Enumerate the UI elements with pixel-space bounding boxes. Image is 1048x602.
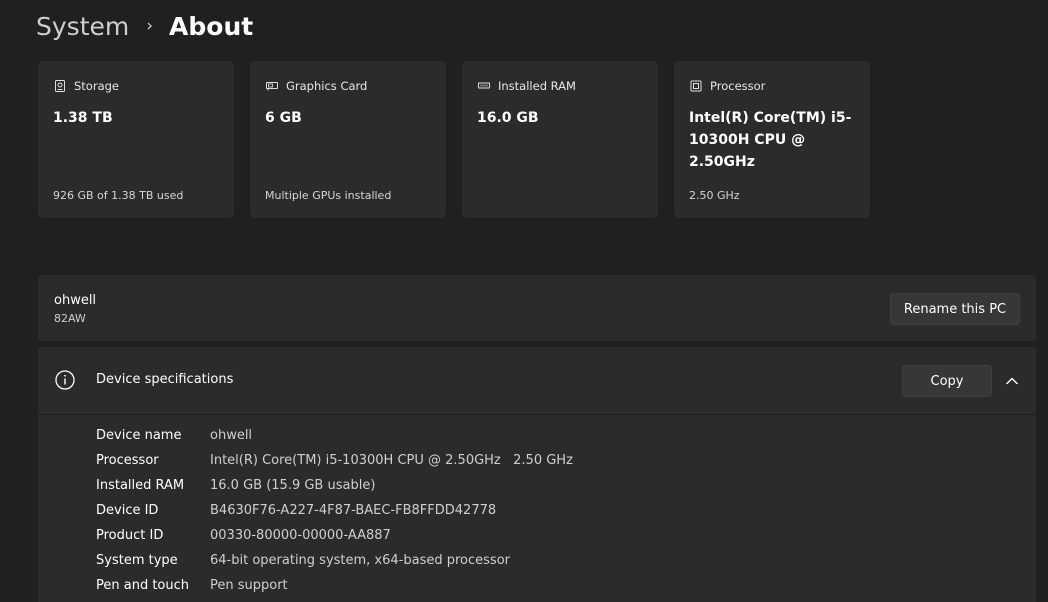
pc-name-section: ohwell 82AW Rename this PC: [38, 275, 1036, 341]
spec-row-processor: Processor Intel(R) Core(TM) i5-10300H CP…: [96, 448, 573, 473]
breadcrumb: System › About: [36, 6, 253, 46]
spec-row-pen-and-touch: Pen and touch Pen support: [96, 573, 573, 598]
card-header: Graphics Card: [266, 79, 367, 93]
spec-label: Product ID: [96, 528, 164, 543]
info-icon: [55, 370, 75, 390]
pc-name: ohwell: [54, 293, 97, 308]
chevron-up-icon[interactable]: [1002, 371, 1022, 391]
installed-ram-card[interactable]: Installed RAM 16.0 GB: [462, 61, 658, 218]
spec-value: B4630F76-A227-4F87-BAEC-FB8FFDD42778: [210, 503, 497, 518]
pc-model: 82AW: [54, 312, 86, 325]
spec-label: Processor: [96, 453, 159, 468]
spec-cards: Storage 1.38 TB 926 GB of 1.38 TB used G…: [38, 61, 870, 218]
card-value: 16.0 GB: [477, 110, 539, 126]
spec-value: 16.0 GB (15.9 GB usable): [210, 478, 376, 493]
device-specifications-title: Device specifications: [96, 372, 234, 387]
device-specifications-list: Device name ohwell Processor Intel(R) Co…: [38, 415, 1036, 602]
spec-label: Device name: [96, 428, 182, 443]
page-title: About: [169, 11, 254, 41]
spec-row-device-id: Device ID B4630F76-A227-4F87-BAEC-FB8FFD…: [96, 498, 573, 523]
graphics-card-card[interactable]: Graphics Card 6 GB Multiple GPUs install…: [250, 61, 446, 218]
copy-button[interactable]: Copy: [902, 365, 992, 397]
spec-row-product-id: Product ID 00330-80000-00000-AA887: [96, 523, 573, 548]
spec-label: Pen and touch: [96, 578, 190, 593]
spec-value: ohwell: [210, 428, 253, 443]
card-value: 1.38 TB: [53, 110, 113, 126]
spec-value: Pen support: [210, 578, 288, 593]
card-subtitle: 2.50 GHz: [689, 189, 740, 202]
spec-row-system-type: System type 64-bit operating system, x64…: [96, 548, 573, 573]
breadcrumb-system-link[interactable]: System: [36, 12, 129, 41]
card-value: 6 GB: [265, 110, 302, 126]
rename-pc-button[interactable]: Rename this PC: [890, 293, 1020, 325]
spec-value: 64-bit operating system, x64-based proce…: [210, 553, 510, 568]
ram-icon: [478, 82, 490, 89]
spec-label: Installed RAM: [96, 478, 185, 493]
processor-card[interactable]: Processor Intel(R) Core(TM) i5-10300H CP…: [674, 61, 870, 218]
spec-label: System type: [96, 553, 178, 568]
card-header: Storage: [54, 79, 119, 93]
card-title: Installed RAM: [498, 79, 576, 93]
card-value: Intel(R) Core(TM) i5-10300H CPU @ 2.50GH…: [689, 110, 852, 170]
card-title: Storage: [74, 79, 119, 93]
breadcrumb-separator: ›: [146, 16, 154, 36]
spec-row-device-name: Device name ohwell: [96, 423, 573, 448]
graphics-card-icon: [266, 82, 278, 91]
card-header: Installed RAM: [478, 79, 576, 93]
spec-label: Device ID: [96, 503, 159, 518]
storage-card[interactable]: Storage 1.38 TB 926 GB of 1.38 TB used: [38, 61, 234, 218]
spec-value: 00330-80000-00000-AA887: [210, 528, 391, 543]
spec-row-installed-ram: Installed RAM 16.0 GB (15.9 GB usable): [96, 473, 573, 498]
card-subtitle: 926 GB of 1.38 TB used: [53, 189, 184, 202]
processor-icon: [690, 80, 702, 92]
card-title: Graphics Card: [286, 79, 368, 93]
spec-value: Intel(R) Core(TM) i5-10300H CPU @ 2.50GH…: [210, 453, 573, 468]
device-specifications-header[interactable]: Device specifications Copy: [38, 347, 1036, 415]
card-header: Processor: [690, 79, 765, 93]
card-subtitle: Multiple GPUs installed: [265, 189, 392, 202]
card-title: Processor: [710, 79, 766, 93]
storage-icon: [55, 80, 65, 92]
